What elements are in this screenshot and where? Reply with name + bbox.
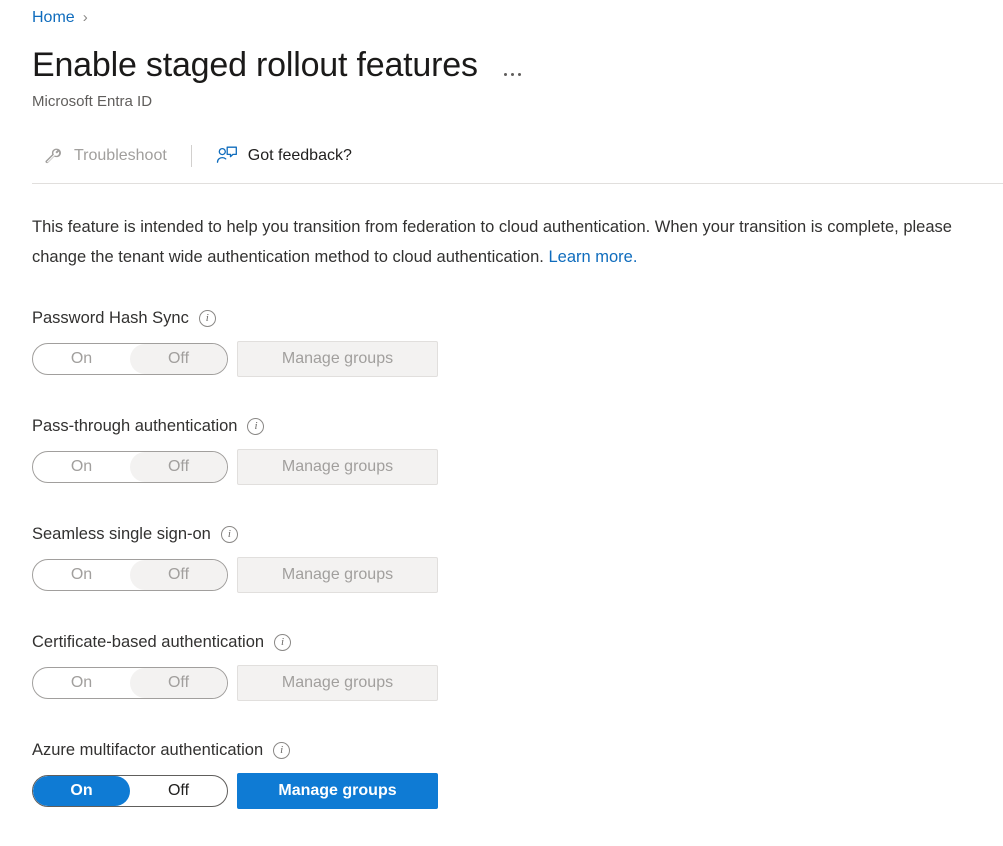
feature-controls: On Off Manage groups: [32, 449, 982, 485]
manage-groups-button[interactable]: Manage groups: [237, 341, 438, 377]
feature-toggle[interactable]: On Off: [32, 343, 228, 375]
feedback-person-icon: [216, 145, 238, 167]
description-body: This feature is intended to help you tra…: [32, 218, 952, 266]
toggle-option-on[interactable]: On: [33, 776, 130, 806]
manage-groups-button[interactable]: Manage groups: [237, 557, 438, 593]
feature-row-0: Password Hash Sync i On Off Manage group…: [32, 306, 982, 414]
feature-label-line: Seamless single sign-on i: [32, 522, 982, 546]
feature-list: Password Hash Sync i On Off Manage group…: [32, 306, 982, 846]
toggle-option-off[interactable]: Off: [130, 560, 227, 590]
toggle-option-on[interactable]: On: [33, 452, 130, 482]
manage-groups-button[interactable]: Manage groups: [237, 449, 438, 485]
wrench-icon: [42, 145, 64, 167]
feature-label: Pass-through authentication: [32, 414, 237, 438]
feature-label-line: Certificate-based authentication i: [32, 630, 982, 654]
got-feedback-button[interactable]: Got feedback?: [206, 139, 362, 173]
info-icon[interactable]: i: [274, 634, 291, 651]
info-icon[interactable]: i: [221, 526, 238, 543]
toggle-wrap: On Off: [32, 775, 237, 807]
toggle-wrap: On Off: [32, 667, 237, 699]
feature-row-3: Certificate-based authentication i On Of…: [32, 630, 982, 738]
manage-groups-button[interactable]: Manage groups: [237, 773, 438, 809]
breadcrumb-item-home[interactable]: Home: [32, 6, 75, 30]
feature-label-line: Password Hash Sync i: [32, 306, 982, 330]
feature-row-2: Seamless single sign-on i On Off Manage …: [32, 522, 982, 630]
page-header: Enable staged rollout features: [32, 42, 525, 88]
feature-toggle[interactable]: On Off: [32, 559, 228, 591]
toggle-wrap: On Off: [32, 451, 237, 483]
info-icon[interactable]: i: [247, 418, 264, 435]
feature-toggle[interactable]: On Off: [32, 775, 228, 807]
toggle-wrap: On Off: [32, 559, 237, 591]
toggle-option-on[interactable]: On: [33, 560, 130, 590]
feature-label: Seamless single sign-on: [32, 522, 211, 546]
feature-row-1: Pass-through authentication i On Off Man…: [32, 414, 982, 522]
ellipsis-dot: [504, 73, 507, 76]
feature-row-4: Azure multifactor authentication i On Of…: [32, 738, 982, 846]
toggle-option-off[interactable]: Off: [130, 668, 227, 698]
troubleshoot-label: Troubleshoot: [74, 145, 167, 167]
toggle-option-off[interactable]: Off: [130, 344, 227, 374]
got-feedback-label: Got feedback?: [248, 145, 352, 167]
feature-label-line: Azure multifactor authentication i: [32, 738, 982, 762]
toggle-option-on[interactable]: On: [33, 668, 130, 698]
more-options-icon[interactable]: [500, 67, 525, 82]
feature-controls: On Off Manage groups: [32, 341, 982, 377]
feature-toggle[interactable]: On Off: [32, 667, 228, 699]
learn-more-link[interactable]: Learn more.: [548, 248, 637, 266]
feature-label: Azure multifactor authentication: [32, 738, 263, 762]
feature-label: Password Hash Sync: [32, 306, 189, 330]
command-bar: Troubleshoot Got feedback?: [32, 136, 362, 176]
chevron-right-icon: ›: [83, 6, 88, 30]
feature-controls: On Off Manage groups: [32, 773, 982, 809]
ellipsis-dot: [518, 73, 521, 76]
info-icon[interactable]: i: [273, 742, 290, 759]
info-icon[interactable]: i: [199, 310, 216, 327]
feature-controls: On Off Manage groups: [32, 665, 982, 701]
feature-label-line: Pass-through authentication i: [32, 414, 982, 438]
command-bar-divider: [32, 183, 1003, 184]
toggle-option-on[interactable]: On: [33, 344, 130, 374]
feature-toggle[interactable]: On Off: [32, 451, 228, 483]
toggle-option-off[interactable]: Off: [130, 452, 227, 482]
ellipsis-dot: [511, 73, 514, 76]
page-subtitle: Microsoft Entra ID: [32, 92, 152, 112]
description-text: This feature is intended to help you tra…: [32, 212, 982, 272]
feature-label: Certificate-based authentication: [32, 630, 264, 654]
toggle-option-off[interactable]: Off: [130, 776, 227, 806]
manage-groups-button[interactable]: Manage groups: [237, 665, 438, 701]
page-title: Enable staged rollout features: [32, 43, 478, 87]
breadcrumb: Home ›: [32, 6, 88, 30]
troubleshoot-button[interactable]: Troubleshoot: [32, 139, 177, 173]
command-bar-separator: [191, 145, 192, 167]
feature-controls: On Off Manage groups: [32, 557, 982, 593]
toggle-wrap: On Off: [32, 343, 237, 375]
